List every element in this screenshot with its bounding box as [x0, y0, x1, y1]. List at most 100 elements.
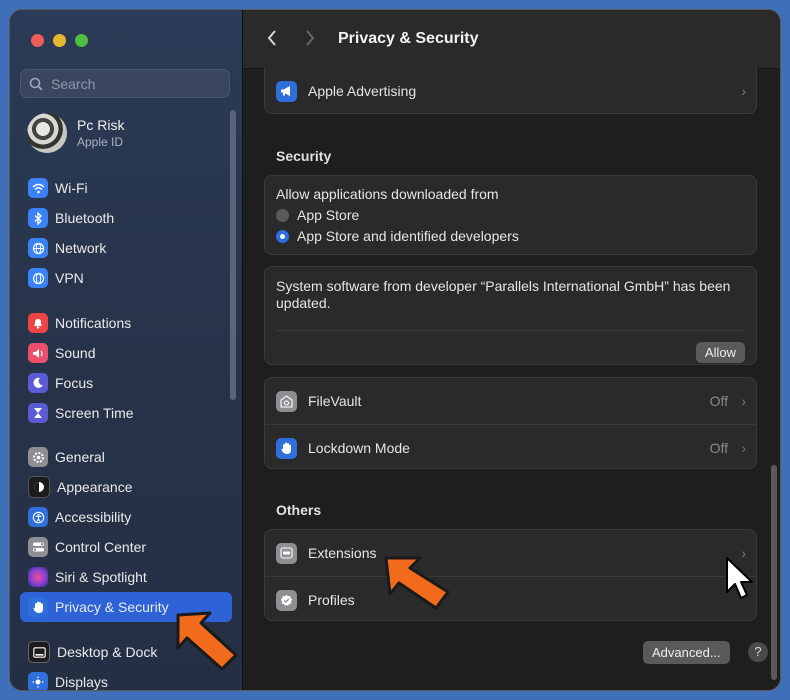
- dock-icon: [28, 641, 50, 663]
- allow-apps-card: Allow applications downloaded from App S…: [264, 175, 757, 255]
- security-options-card: FileVault Off › Lockdown Mode Off ›: [264, 377, 757, 469]
- apple-advertising-row[interactable]: Apple Advertising ›: [265, 68, 756, 114]
- radio-app-store-identified[interactable]: App Store and identified developers: [276, 228, 745, 244]
- sidebar: Pc Risk Apple ID Wi-Fi Bluetooth: [10, 10, 243, 690]
- sidebar-item-wifi[interactable]: Wi-Fi: [20, 173, 232, 203]
- sidebar-item-label: General: [55, 449, 105, 465]
- sidebar-item-sound[interactable]: Sound: [20, 338, 232, 368]
- filevault-row[interactable]: FileVault Off ›: [265, 378, 756, 424]
- radio-label: App Store and identified developers: [297, 228, 519, 244]
- sidebar-item-label: Focus: [55, 375, 94, 391]
- hourglass-icon: [28, 403, 48, 423]
- chevron-right-icon: [306, 30, 315, 46]
- accessibility-icon: [28, 507, 48, 527]
- sidebar-item-notifications[interactable]: Notifications: [20, 308, 232, 338]
- sidebar-item-label: VPN: [55, 270, 84, 286]
- lockdown-mode-row[interactable]: Lockdown Mode Off ›: [265, 424, 756, 471]
- advanced-button[interactable]: Advanced...: [643, 641, 730, 664]
- wifi-icon: [28, 178, 48, 198]
- chevron-right-icon: ›: [741, 440, 746, 456]
- sidebar-item-vpn[interactable]: VPN: [20, 263, 232, 293]
- sidebar-group-notifications: Notifications Sound Focus Screen Time: [20, 308, 232, 428]
- minimize-window-button[interactable]: [53, 34, 66, 47]
- sidebar-item-label: Siri & Spotlight: [55, 569, 147, 585]
- sidebar-group-general: General Appearance Accessibility Control…: [20, 442, 232, 622]
- search-icon: [29, 77, 43, 91]
- sidebar-item-label: Network: [55, 240, 107, 256]
- avatar: [27, 113, 67, 153]
- sidebar-item-appearance[interactable]: Appearance: [20, 472, 232, 502]
- extensions-label: Extensions: [308, 545, 377, 561]
- sidebar-item-focus[interactable]: Focus: [20, 368, 232, 398]
- sidebar-item-label: Displays: [55, 674, 108, 690]
- siri-icon: [28, 567, 48, 587]
- system-software-message: System software from developer “Parallel…: [276, 278, 731, 311]
- chevron-left-icon: [267, 30, 276, 46]
- bell-icon: [28, 313, 48, 333]
- sidebar-group-network: Wi-Fi Bluetooth Network VPN: [20, 173, 232, 293]
- sidebar-item-accessibility[interactable]: Accessibility: [20, 502, 232, 532]
- radio-button-selected[interactable]: [276, 229, 289, 243]
- search-input[interactable]: [49, 74, 223, 93]
- hand-icon: [276, 437, 297, 459]
- profiles-label: Profiles: [308, 592, 355, 608]
- others-card: Extensions › Profiles: [264, 529, 757, 621]
- sidebar-item-siri-spotlight[interactable]: Siri & Spotlight: [20, 562, 232, 592]
- radio-app-store[interactable]: App Store: [276, 207, 745, 223]
- account-name: Pc Risk: [77, 117, 125, 133]
- vault-icon: [276, 390, 297, 412]
- sidebar-item-label: Sound: [55, 345, 96, 361]
- sidebar-item-label: Screen Time: [55, 405, 134, 421]
- security-section-title: Security: [276, 148, 332, 164]
- page-title: Privacy & Security: [338, 30, 479, 47]
- sidebar-item-general[interactable]: General: [20, 442, 232, 472]
- account-subtitle: Apple ID: [77, 135, 124, 149]
- extensions-icon: [276, 542, 297, 564]
- main-scrollbar[interactable]: [771, 465, 777, 680]
- window-controls: [31, 34, 88, 47]
- sidebar-item-bluetooth[interactable]: Bluetooth: [20, 203, 232, 233]
- sidebar-item-label: Privacy & Security: [55, 599, 169, 615]
- chevron-right-icon: ›: [741, 83, 746, 99]
- hand-icon: [28, 597, 48, 617]
- profiles-row[interactable]: Profiles: [265, 576, 756, 623]
- sidebar-item-network[interactable]: Network: [20, 233, 232, 263]
- back-button[interactable]: [267, 30, 277, 51]
- titlebar: Privacy & Security: [243, 10, 780, 69]
- forward-button[interactable]: [305, 30, 315, 51]
- lockdown-mode-label: Lockdown Mode: [308, 440, 410, 456]
- sidebar-item-label: Control Center: [55, 539, 147, 555]
- others-section-title: Others: [276, 502, 322, 518]
- allow-button[interactable]: Allow: [695, 342, 745, 363]
- apple-id-account[interactable]: Pc Risk Apple ID: [27, 113, 124, 153]
- sidebar-item-screen-time[interactable]: Screen Time: [20, 398, 232, 428]
- bluetooth-icon: [28, 208, 48, 228]
- sidebar-item-label: Notifications: [55, 315, 132, 331]
- annotation-arrow-extensions-icon: [384, 556, 450, 610]
- help-button[interactable]: ?: [748, 642, 768, 662]
- sidebar-scrollbar[interactable]: [230, 110, 236, 400]
- sidebar-item-label: Desktop & Dock: [57, 644, 158, 660]
- zoom-window-button[interactable]: [75, 34, 88, 47]
- extensions-row[interactable]: Extensions ›: [265, 530, 756, 576]
- sidebar-item-label: Accessibility: [55, 509, 132, 525]
- mouse-cursor-icon: [726, 557, 753, 599]
- sidebar-item-label: Wi-Fi: [55, 180, 88, 196]
- search-field[interactable]: [20, 69, 230, 98]
- sidebar-item-label: Appearance: [57, 479, 133, 495]
- megaphone-icon: [276, 80, 297, 102]
- speaker-icon: [28, 343, 48, 363]
- sun-icon: [28, 672, 48, 690]
- moon-icon: [28, 373, 48, 393]
- apple-advertising-card: Apple Advertising ›: [264, 68, 757, 114]
- lockdown-mode-status: Off: [709, 440, 728, 456]
- gear-icon: [28, 447, 48, 467]
- close-window-button[interactable]: [31, 34, 44, 47]
- sidebar-item-label: Bluetooth: [55, 210, 115, 226]
- main-pane: Privacy & Security Apple Advertising › S…: [243, 10, 780, 690]
- appearance-icon: [28, 476, 50, 498]
- radio-button[interactable]: [276, 208, 289, 222]
- system-software-card: System software from developer “Parallel…: [264, 266, 757, 365]
- apple-advertising-label: Apple Advertising: [308, 83, 417, 99]
- sidebar-item-control-center[interactable]: Control Center: [20, 532, 232, 562]
